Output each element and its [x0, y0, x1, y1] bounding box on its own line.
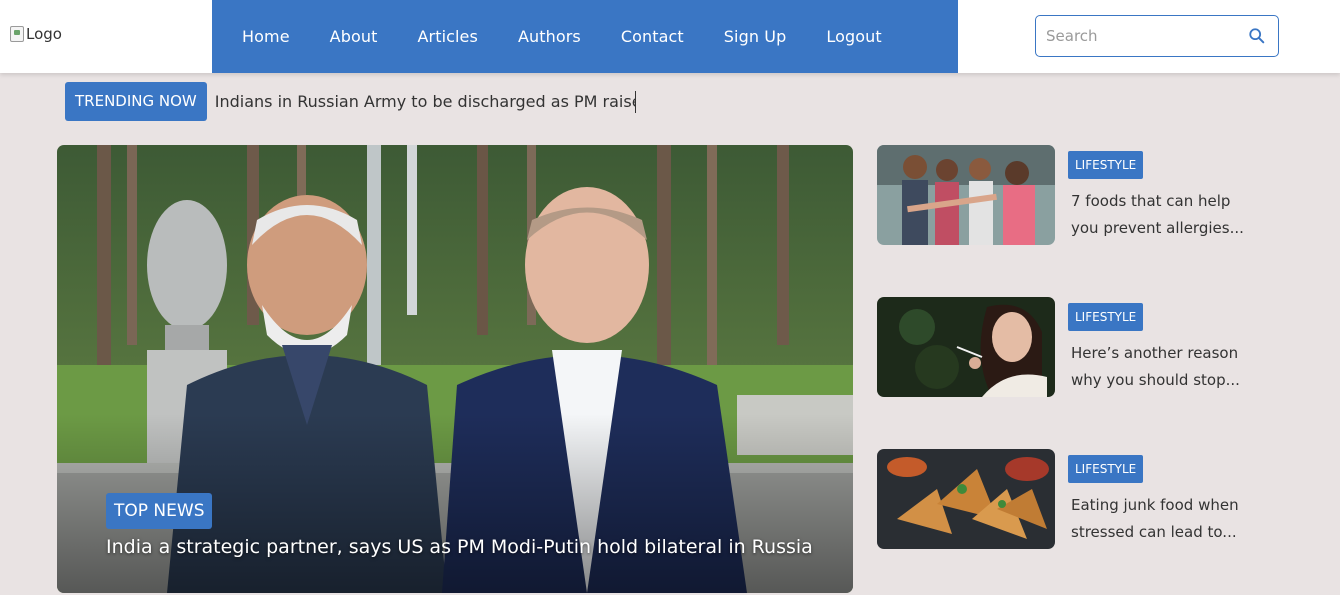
nav-home[interactable]: Home — [242, 27, 290, 46]
article-category-badge[interactable]: LIFESTYLE — [1068, 151, 1144, 179]
main-nav: Home About Articles Authors Contact Sign… — [212, 0, 958, 73]
side-article[interactable]: LIFESTYLE Eating junk food when stressed… — [877, 449, 1297, 549]
logo-alt-text: Logo — [26, 25, 62, 43]
article-category-badge[interactable]: LIFESTYLE — [1068, 455, 1144, 483]
article-thumbnail[interactable] — [877, 297, 1055, 397]
hero-category-badge[interactable]: TOP NEWS — [106, 493, 213, 529]
side-article[interactable]: LIFESTYLE Here’s another reason why you … — [877, 297, 1297, 397]
article-title[interactable]: Eating junk food when stressed can lead … — [1071, 492, 1251, 542]
nav-sign-up[interactable]: Sign Up — [724, 27, 787, 46]
hero-title[interactable]: India a strategic partner, says US as PM… — [106, 536, 813, 558]
nav-authors[interactable]: Authors — [518, 27, 581, 46]
trending-label: TRENDING NOW — [65, 82, 207, 121]
broken-image-icon — [10, 26, 24, 42]
trending-headline[interactable]: Indians in Russian Army to be discharged… — [215, 90, 636, 113]
site-logo[interactable]: Logo — [10, 25, 62, 43]
search-input[interactable] — [1046, 24, 1241, 48]
article-thumbnail[interactable] — [877, 145, 1055, 245]
hero-article[interactable]: TOP NEWS India a strategic partner, says… — [57, 145, 853, 593]
trending-bar: TRENDING NOW Indians in Russian Army to … — [65, 82, 636, 121]
article-title[interactable]: Here’s another reason why you should sto… — [1071, 340, 1251, 390]
nav-about[interactable]: About — [330, 27, 378, 46]
nav-articles[interactable]: Articles — [417, 27, 477, 46]
article-category-badge[interactable]: LIFESTYLE — [1068, 303, 1144, 331]
search-icon[interactable] — [1248, 27, 1266, 45]
site-header: Logo Home About Articles Authors Contact… — [0, 0, 1340, 73]
side-article[interactable]: LIFESTYLE 7 foods that can help you prev… — [877, 145, 1297, 245]
nav-logout[interactable]: Logout — [826, 27, 881, 46]
article-thumbnail[interactable] — [877, 449, 1055, 549]
search-box — [1035, 15, 1279, 57]
nav-contact[interactable]: Contact — [621, 27, 684, 46]
article-title[interactable]: 7 foods that can help you prevent allerg… — [1071, 188, 1251, 238]
